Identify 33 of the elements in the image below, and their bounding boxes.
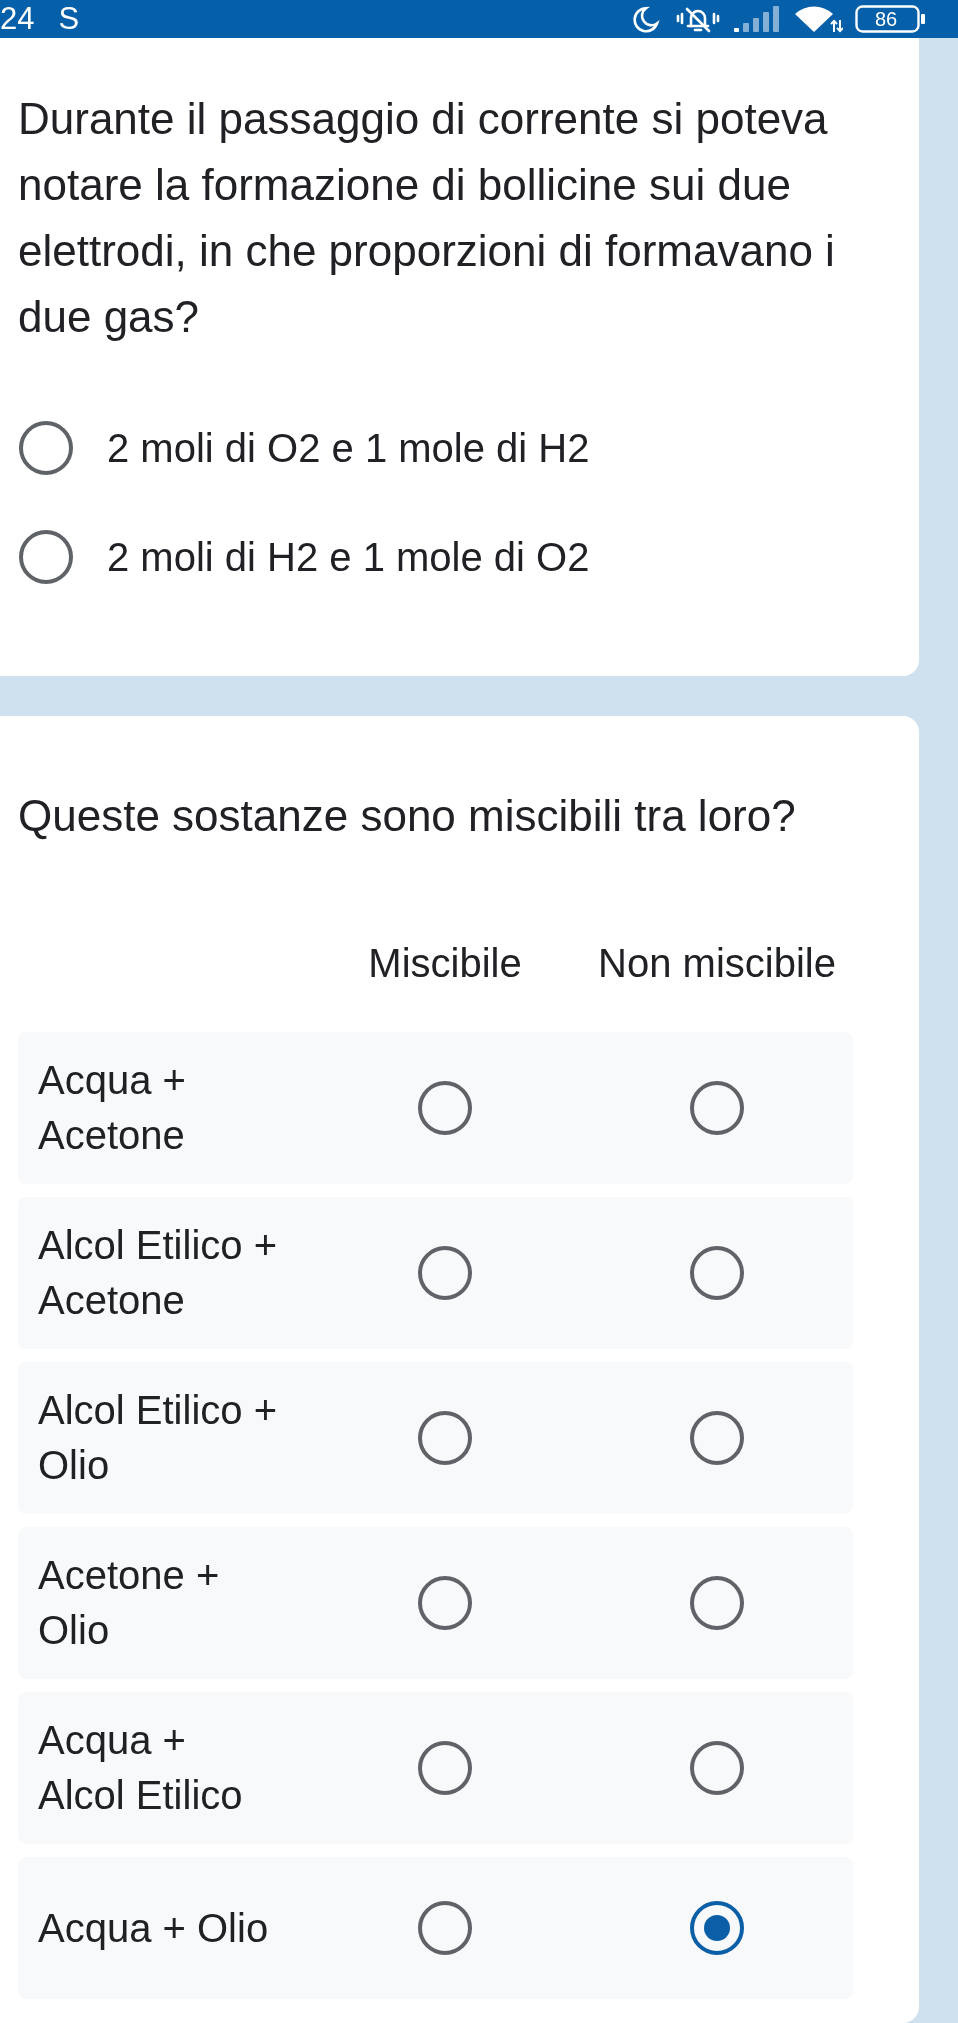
wifi-icon: [794, 5, 843, 33]
radio-button[interactable]: [418, 1081, 472, 1135]
radio-button[interactable]: [418, 1741, 472, 1795]
row-label: Acqua + Alcol Etilico: [38, 1717, 244, 1819]
clock-text: 24: [0, 2, 35, 36]
battery-percent: 86: [875, 10, 898, 29]
notification-letter: S: [58, 2, 80, 36]
radio-button[interactable]: [19, 529, 73, 584]
option-label[interactable]: 2 moli di H2 e 1 mole di O2: [107, 531, 590, 582]
column-header: Miscibile: [368, 940, 522, 986]
radio-button[interactable]: [690, 1741, 744, 1795]
radio-button[interactable]: [418, 1411, 472, 1465]
radio-button[interactable]: [690, 1576, 744, 1630]
option-label[interactable]: 2 moli di O2 e 1 mole di H2: [107, 422, 590, 473]
row-label: Acqua + Olio: [38, 1904, 270, 1952]
column-header: Non miscibile: [598, 940, 836, 986]
signal-bars-icon: [733, 5, 782, 33]
radio-button[interactable]: [19, 420, 73, 475]
question-title: Queste sostanze sono miscibili tra loro?: [18, 790, 797, 842]
radio-button[interactable]: [690, 1411, 744, 1465]
battery-icon: [855, 5, 925, 33]
row-label: Acetone + Olio: [38, 1552, 221, 1654]
radio-button[interactable]: [418, 1246, 472, 1300]
question-title: Durante il passaggio di corrente si poteva notare la formazione di bollicine sui due elettrodi, in che proporzioni di formavano i due gas?: [18, 93, 836, 343]
row-label: Alcol Etilico + Acetone: [38, 1222, 278, 1324]
radio-button[interactable]: [690, 1901, 744, 1955]
row-label: Acqua + Acetone: [38, 1057, 187, 1159]
muted-bell-icon: [675, 5, 721, 33]
radio-button[interactable]: [690, 1081, 744, 1135]
radio-button[interactable]: [418, 1576, 472, 1630]
radio-button[interactable]: [690, 1246, 744, 1300]
radio-button[interactable]: [418, 1901, 472, 1955]
row-label: Alcol Etilico + Olio: [38, 1387, 278, 1489]
